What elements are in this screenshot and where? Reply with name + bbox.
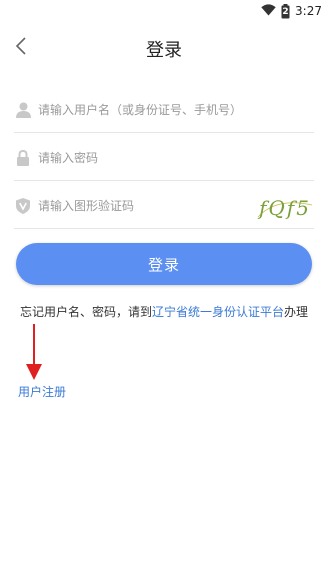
username-input[interactable] [38,98,314,122]
wifi-icon [261,3,276,19]
annotation-arrow [24,324,44,380]
hint-suffix: 办理 [284,305,309,319]
password-row [14,136,314,181]
user-icon [15,102,31,118]
nav-bar: 登录 [0,28,328,68]
captcha-input[interactable] [38,194,256,218]
lock-icon [15,150,31,166]
battery-level: 2 [282,6,289,17]
hint-prefix: 忘记用户名、密码，请到 [19,305,152,319]
login-button[interactable]: 登录 [16,243,312,285]
battery-icon: 2 [281,3,290,19]
shield-icon [15,198,31,214]
status-icons: 2 3:27 [261,3,322,19]
register-link[interactable]: 用户注册 [18,383,66,400]
captcha-image[interactable]: fQf5 [256,191,314,221]
password-input[interactable] [38,146,314,170]
captcha-text: fQf5 [257,196,311,220]
status-time: 3:27 [295,4,322,18]
status-bar: 2 3:27 [0,0,328,22]
page-title: 登录 [146,40,182,61]
identity-platform-link[interactable]: 辽宁省统一身份认证平台 [152,305,284,319]
username-row [14,88,314,133]
forgot-hint: 忘记用户名、密码，请到辽宁省统一身份认证平台办理 [14,302,314,322]
captcha-row: fQf5 [14,184,314,229]
